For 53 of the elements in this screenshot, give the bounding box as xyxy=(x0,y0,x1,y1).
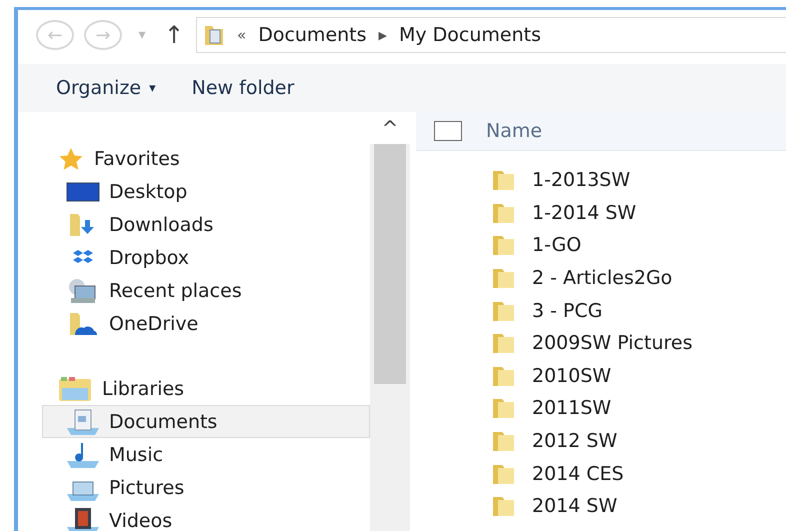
sidebar-item[interactable]: Pictures xyxy=(42,471,370,504)
folder-icon xyxy=(492,332,516,354)
sidebar-item[interactable]: Downloads xyxy=(42,208,370,241)
cloud-folder-icon xyxy=(68,310,98,336)
scrollbar-thumb[interactable] xyxy=(374,144,406,384)
scroll-up-button[interactable]: ^ xyxy=(370,112,410,144)
column-header[interactable]: Name xyxy=(486,120,542,142)
select-all-checkbox[interactable] xyxy=(434,121,462,141)
folder-icon xyxy=(492,300,516,322)
sidebar-item[interactable]: Dropbox xyxy=(42,241,370,274)
star-icon xyxy=(58,146,84,170)
folder-row[interactable]: 2014 SW xyxy=(416,490,786,523)
address-bar[interactable]: « Documents ▶ My Documents xyxy=(196,17,786,53)
folder-icon xyxy=(492,462,516,485)
folder-row[interactable]: 2011SW xyxy=(416,392,786,425)
sidebar-item[interactable]: Music xyxy=(42,438,370,471)
folder-row[interactable]: 2012 SW xyxy=(416,424,786,458)
breadcrumb-separator: « xyxy=(237,26,246,44)
sidebar-item[interactable]: Videos xyxy=(42,504,370,531)
sidebar-group[interactable]: Libraries xyxy=(58,372,370,405)
sidebar-item[interactable]: Documents xyxy=(42,405,370,438)
folder-row[interactable]: 3 - PCG xyxy=(416,294,786,327)
music-library-icon xyxy=(65,440,101,468)
libraries-icon xyxy=(58,376,92,402)
folder-row[interactable]: 1-2013SW xyxy=(416,164,786,197)
folder-row[interactable]: 1-GO xyxy=(416,229,786,262)
documents-library-icon xyxy=(65,408,101,436)
folder-row[interactable]: 1-2014 SW xyxy=(416,196,786,230)
folder-icon xyxy=(492,430,516,452)
toolbar-button[interactable]: New folder xyxy=(192,77,294,99)
folder-icon xyxy=(492,267,516,290)
toolbar-button[interactable]: Organize ▾ xyxy=(56,77,156,99)
folder-row[interactable]: 2009SW Pictures xyxy=(416,326,786,360)
breadcrumb[interactable]: My Documents xyxy=(399,24,542,46)
up-button[interactable]: ↑ xyxy=(162,21,186,49)
folder-icon xyxy=(492,495,516,518)
folder-row[interactable]: 2010SW xyxy=(416,360,786,392)
videos-library-icon xyxy=(65,506,101,531)
folder-icon xyxy=(492,202,516,224)
sidebar-group[interactable]: Favorites xyxy=(58,142,370,175)
sidebar-item[interactable]: Desktop xyxy=(42,175,370,208)
folder-icon xyxy=(492,364,516,387)
folder-icon xyxy=(492,169,516,192)
folder-row[interactable]: 2 - Articles2Go xyxy=(416,262,786,294)
sidebar-item[interactable]: OneDrive xyxy=(42,307,370,340)
breadcrumb-arrow[interactable]: ▶ xyxy=(378,28,387,42)
folder-row[interactable]: 2014 CES xyxy=(416,457,786,490)
folder-icon xyxy=(492,234,516,256)
library-folder-icon xyxy=(203,23,225,47)
folder-icon xyxy=(492,397,516,420)
breadcrumb[interactable]: Documents xyxy=(258,24,367,46)
monitor-icon xyxy=(66,182,100,202)
sidebar-item[interactable]: Recent places xyxy=(42,274,370,307)
